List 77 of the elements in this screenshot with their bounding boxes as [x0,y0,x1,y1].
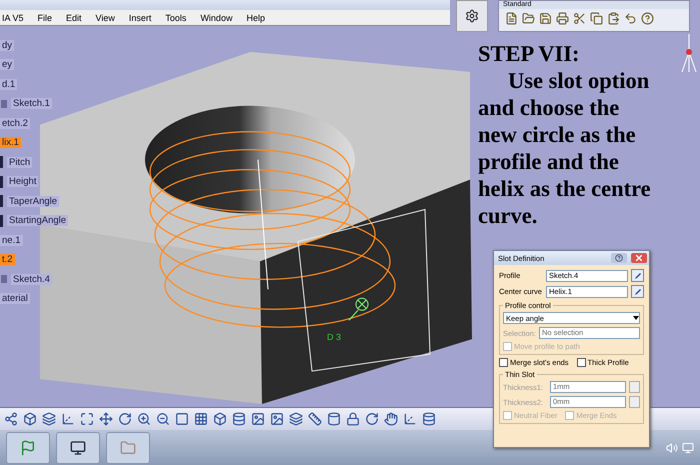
cylinder-icon[interactable] [327,412,341,426]
zoom-out-icon[interactable] [156,412,170,426]
sketch-icon [0,274,8,284]
tree-item[interactable]: t.2 [0,254,15,266]
pan-icon[interactable] [99,412,113,426]
step-text: Use slot option and choose the new circle as the profile and the helix as the centre curve. [478,67,652,229]
paste-icon[interactable] [607,12,620,25]
point-marker-icon [348,298,368,321]
undo-icon[interactable] [624,12,637,25]
folder-icon[interactable] [522,12,535,25]
parameter-icon [0,156,4,168]
lock-icon[interactable] [346,412,360,426]
printer-icon[interactable] [556,12,569,25]
tree-item[interactable]: ne.1 [0,234,22,246]
hand-icon[interactable] [384,412,398,426]
monitor-icon [70,440,86,456]
settings-button[interactable] [456,0,488,32]
tree-item[interactable]: ey [0,59,14,70]
fit-all-icon[interactable] [80,412,94,426]
rotate-icon[interactable] [118,412,132,426]
parameter-icon [0,214,4,227]
caret-icon [633,316,639,320]
grid-icon[interactable] [194,412,208,426]
step-heading: STEP VII: [478,40,581,67]
cylinder-icon[interactable] [422,412,436,426]
zoom-in-icon[interactable] [137,412,151,426]
help-icon [615,254,623,262]
new-file-icon[interactable] [505,12,518,25]
image-icon[interactable] [270,412,284,426]
help-icon[interactable] [641,12,654,25]
close-icon [636,255,642,261]
tree-item[interactable]: lix.1 [0,137,21,148]
tree-item[interactable]: etch.2 [0,118,30,129]
menu-item[interactable]: View [96,12,115,22]
axis-icon[interactable] [403,412,417,426]
tree-item[interactable]: d.1 [0,78,18,90]
tree-item[interactable]: Sketch.4 [11,274,52,285]
tree-item[interactable]: Sketch.1 [11,98,52,110]
edit-button[interactable] [631,269,644,282]
tree-item[interactable]: Pitch [7,156,32,168]
parameter-icon [0,176,4,188]
tree-item[interactable]: Height [7,176,38,188]
save-icon[interactable] [539,12,552,25]
tree-item[interactable]: TaperAngle [7,196,60,207]
tree-item[interactable]: StartingAngle [7,215,68,226]
plane-icon[interactable] [175,412,189,426]
copy-icon[interactable] [590,12,603,25]
cube-icon[interactable] [23,412,37,426]
tree-icon[interactable] [4,412,18,426]
layers-icon[interactable] [42,412,56,426]
app-name: IA V5 [2,12,24,22]
flag-icon [20,440,36,456]
parameter-icon [0,195,4,208]
image-icon[interactable] [251,412,265,426]
menu-item[interactable]: Insert [128,12,152,22]
menu-item[interactable]: Help [246,12,265,22]
fly-icon[interactable] [61,412,75,426]
close-button[interactable] [631,253,647,263]
menu-item[interactable]: Edit [66,12,82,22]
point-label: D 3 [327,332,341,342]
sketch-icon [0,98,8,109]
tree-item[interactable]: dy [0,40,14,51]
cylinder-icon[interactable] [232,412,246,426]
tree-item[interactable]: aterial [0,293,30,304]
edit-button[interactable] [631,285,644,298]
help-button[interactable] [611,253,627,263]
taskbar-button[interactable] [56,432,100,464]
menu-item[interactable]: Tools [165,12,186,22]
ruler-icon[interactable] [308,412,322,426]
folder-icon [120,440,136,456]
settings-icon [465,9,479,23]
rotate-icon[interactable] [365,412,379,426]
scissors-icon[interactable] [573,12,586,25]
menu-item[interactable]: File [38,12,52,22]
layers-icon[interactable] [289,412,303,426]
menu-item[interactable]: Window [200,12,232,22]
cube-icon[interactable] [213,412,227,426]
